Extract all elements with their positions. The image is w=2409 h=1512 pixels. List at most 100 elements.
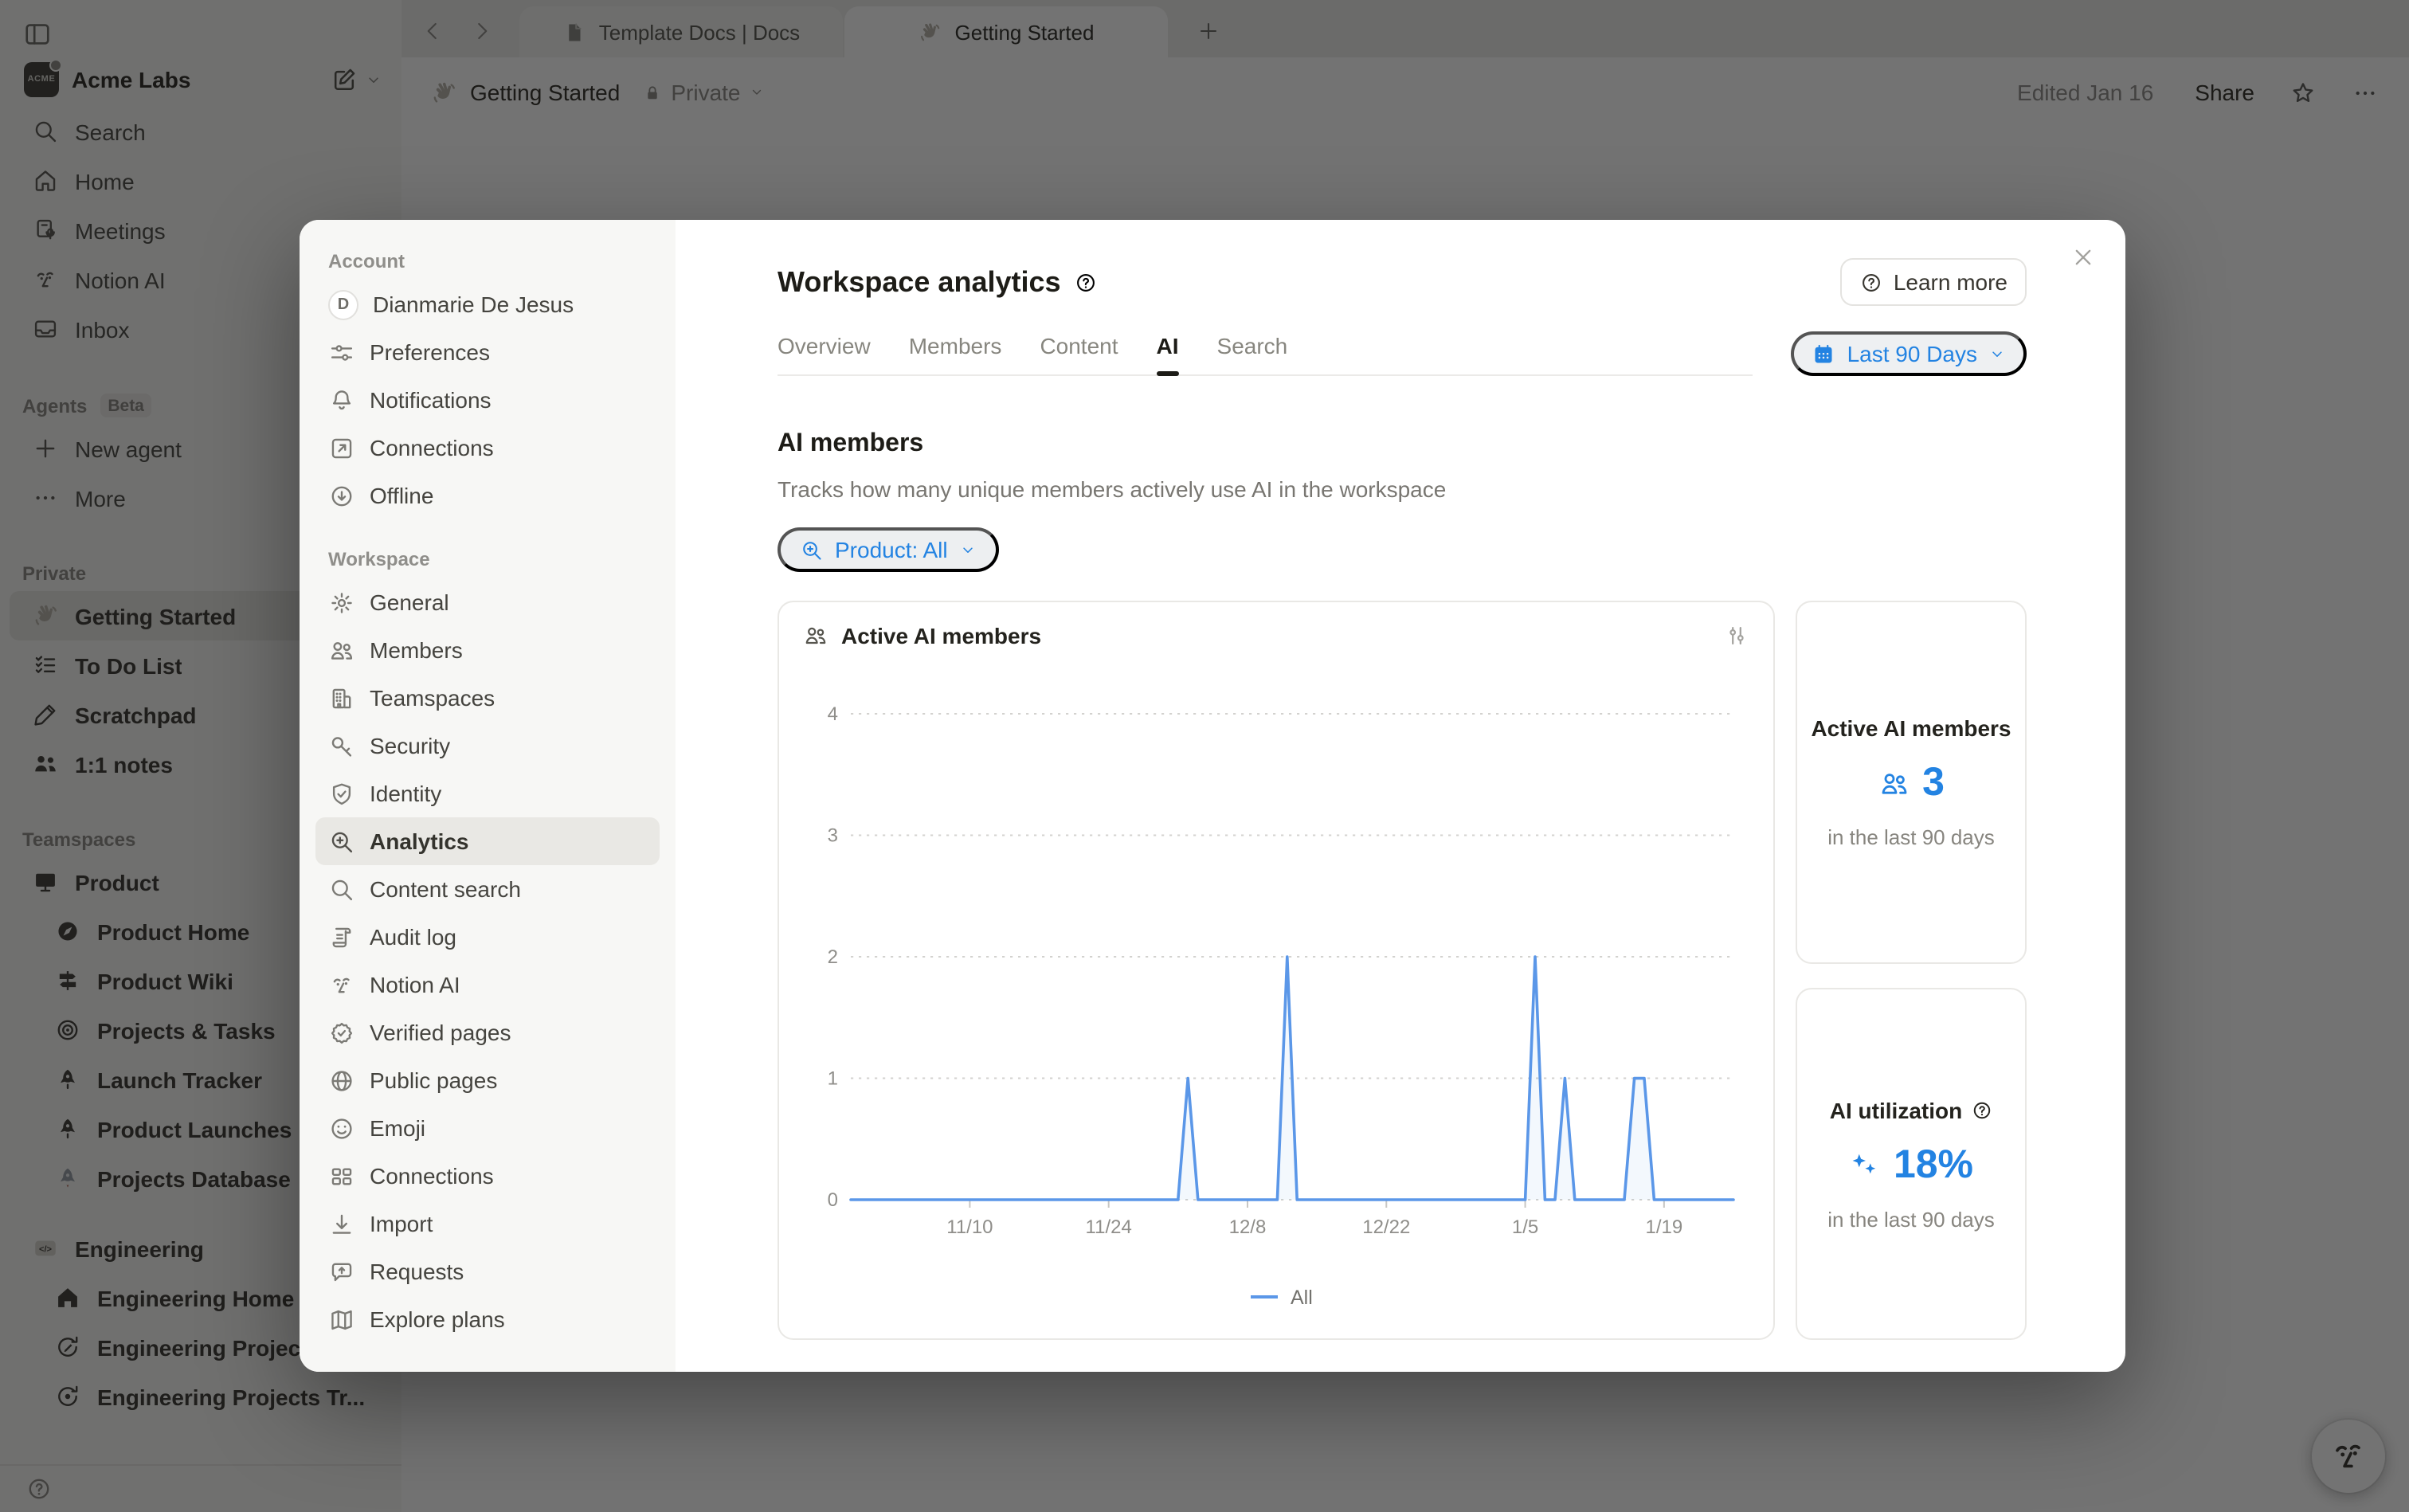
svg-text:3: 3 [828,825,838,847]
stat-value: 18% [1894,1142,1973,1188]
tab-members[interactable]: Members [909,332,1002,358]
help-icon[interactable] [1074,270,1098,294]
help-icon [1860,270,1884,294]
svg-text:12/8: 12/8 [1229,1216,1267,1238]
help-icon [1970,1099,1992,1121]
stat-value: 3 [1922,760,1945,806]
people-icon [803,623,828,648]
settings-item-connections[interactable]: Connections [315,1152,660,1200]
svg-text:12/22: 12/22 [1362,1216,1410,1238]
settings-item-public-pages[interactable]: Public pages [315,1056,660,1104]
search-plus-icon [328,828,355,855]
settings-modal: AccountDDianmarie De JesusPreferencesNot… [300,220,2125,1372]
modal-title: Workspace analytics [778,265,1061,299]
svg-text:11/24: 11/24 [1086,1216,1132,1238]
user-avatar: D [328,289,358,319]
zoom-plus-icon [800,538,824,562]
section-title: AI members [778,430,2027,459]
tab-search[interactable]: Search [1217,332,1288,358]
sparkles-icon [1849,1149,1881,1181]
scroll-icon [328,923,355,950]
grid-icon [328,1162,355,1189]
date-range-button[interactable]: Last 90 Days [1792,331,2027,376]
globe-icon [328,1067,355,1094]
settings-section-workspace: Workspace [300,540,676,578]
people-icon [1878,767,1910,799]
settings-item-security[interactable]: Security [315,722,660,770]
chevron-down-icon [1988,345,2006,362]
search-plus-icon [800,538,824,562]
settings-item-identity[interactable]: Identity [315,770,660,817]
sliders-h-icon [328,339,355,366]
settings-item-dianmarie-de-jesus[interactable]: DDianmarie De Jesus [315,280,660,328]
product-filter-chip[interactable]: Product: All [778,527,999,572]
close-button[interactable] [2070,244,2097,271]
section-description: Tracks how many unique members actively … [778,476,2027,502]
ai-face-icon [328,971,355,998]
chart-title: Active AI members [841,623,1041,648]
settings-item-teamspaces[interactable]: Teamspaces [315,674,660,722]
tab-content[interactable]: Content [1040,332,1118,358]
map-icon [328,1306,355,1333]
stat-cards: Active AI members3in the last 90 days AI … [1796,601,2027,1340]
settings-item-content-search[interactable]: Content search [315,865,660,913]
download-icon [328,1210,355,1237]
svg-text:2: 2 [828,946,838,968]
sliders-v-icon [1724,623,1749,648]
shield-check-icon [328,780,355,807]
stat-card-ai-utilization: AI utilization18%in the last 90 days [1796,988,2027,1340]
chevron-down-icon [959,541,977,558]
learn-more-button[interactable]: Learn more [1841,258,2027,306]
people-icon [328,637,355,664]
smiley-icon [328,1114,355,1142]
gear-icon [328,589,355,616]
stat-card-active-ai-members: Active AI members3in the last 90 days [1796,601,2027,964]
settings-item-requests[interactable]: Requests [315,1248,660,1295]
chart-options-button[interactable] [1724,623,1749,648]
settings-item-offline[interactable]: Offline [315,472,660,519]
settings-item-notion-ai[interactable]: Notion AI [315,961,660,1009]
search-icon [328,875,355,903]
bell-icon [328,386,355,413]
close-icon [2070,244,2097,271]
svg-text:1/5: 1/5 [1512,1216,1538,1238]
settings-content: Workspace analytics Learn more Overview M… [676,220,2125,1372]
app-window: ACME Acme Labs SearchHomeMeetingsNotion … [0,0,2409,1512]
badge-check-icon [328,1019,355,1046]
message-up-icon [328,1258,355,1285]
key-icon [328,732,355,759]
svg-text:All: All [1291,1287,1313,1309]
settings-item-explore-plans[interactable]: Explore plans [315,1295,660,1343]
arrow-box-icon [328,434,355,461]
settings-item-connections[interactable]: Connections [315,424,660,472]
settings-item-analytics[interactable]: Analytics [315,817,660,865]
chevron-down-icon [1988,345,2006,362]
settings-section-account: Account [300,242,676,280]
svg-text:4: 4 [828,703,838,725]
settings-item-general[interactable]: General [315,578,660,626]
settings-menu: AccountDDianmarie De JesusPreferencesNot… [300,220,676,1372]
calendar-icon [1812,342,1836,366]
settings-item-import[interactable]: Import [315,1200,660,1248]
people-icon [803,623,828,648]
svg-text:1: 1 [828,1068,838,1090]
settings-item-emoji[interactable]: Emoji [315,1104,660,1152]
active-ai-members-chart-card: Active AI members 0 1 2 3 4 11/10 11/24 12/8 12/… [778,601,1775,1340]
tab-overview[interactable]: Overview [778,332,871,358]
svg-text:11/10: 11/10 [946,1216,993,1238]
tab-ai[interactable]: AI [1157,332,1179,358]
calendar-icon [1812,342,1836,366]
building-icon [328,684,355,711]
chevron-down-icon [959,541,977,558]
settings-item-verified-pages[interactable]: Verified pages [315,1009,660,1056]
down-circle-icon [328,482,355,509]
analytics-tabs: Overview Members Content AI Search [778,332,1753,375]
settings-item-preferences[interactable]: Preferences [315,328,660,376]
settings-item-audit-log[interactable]: Audit log [315,913,660,961]
settings-item-members[interactable]: Members [315,626,660,674]
svg-text:1/19: 1/19 [1645,1216,1682,1238]
help-icon [1860,270,1884,294]
line-chart: 0 1 2 3 4 11/10 11/24 12/8 12/22 1/5 1/19 All [803,648,1749,1324]
settings-item-notifications[interactable]: Notifications [315,376,660,424]
svg-text:0: 0 [828,1189,838,1211]
